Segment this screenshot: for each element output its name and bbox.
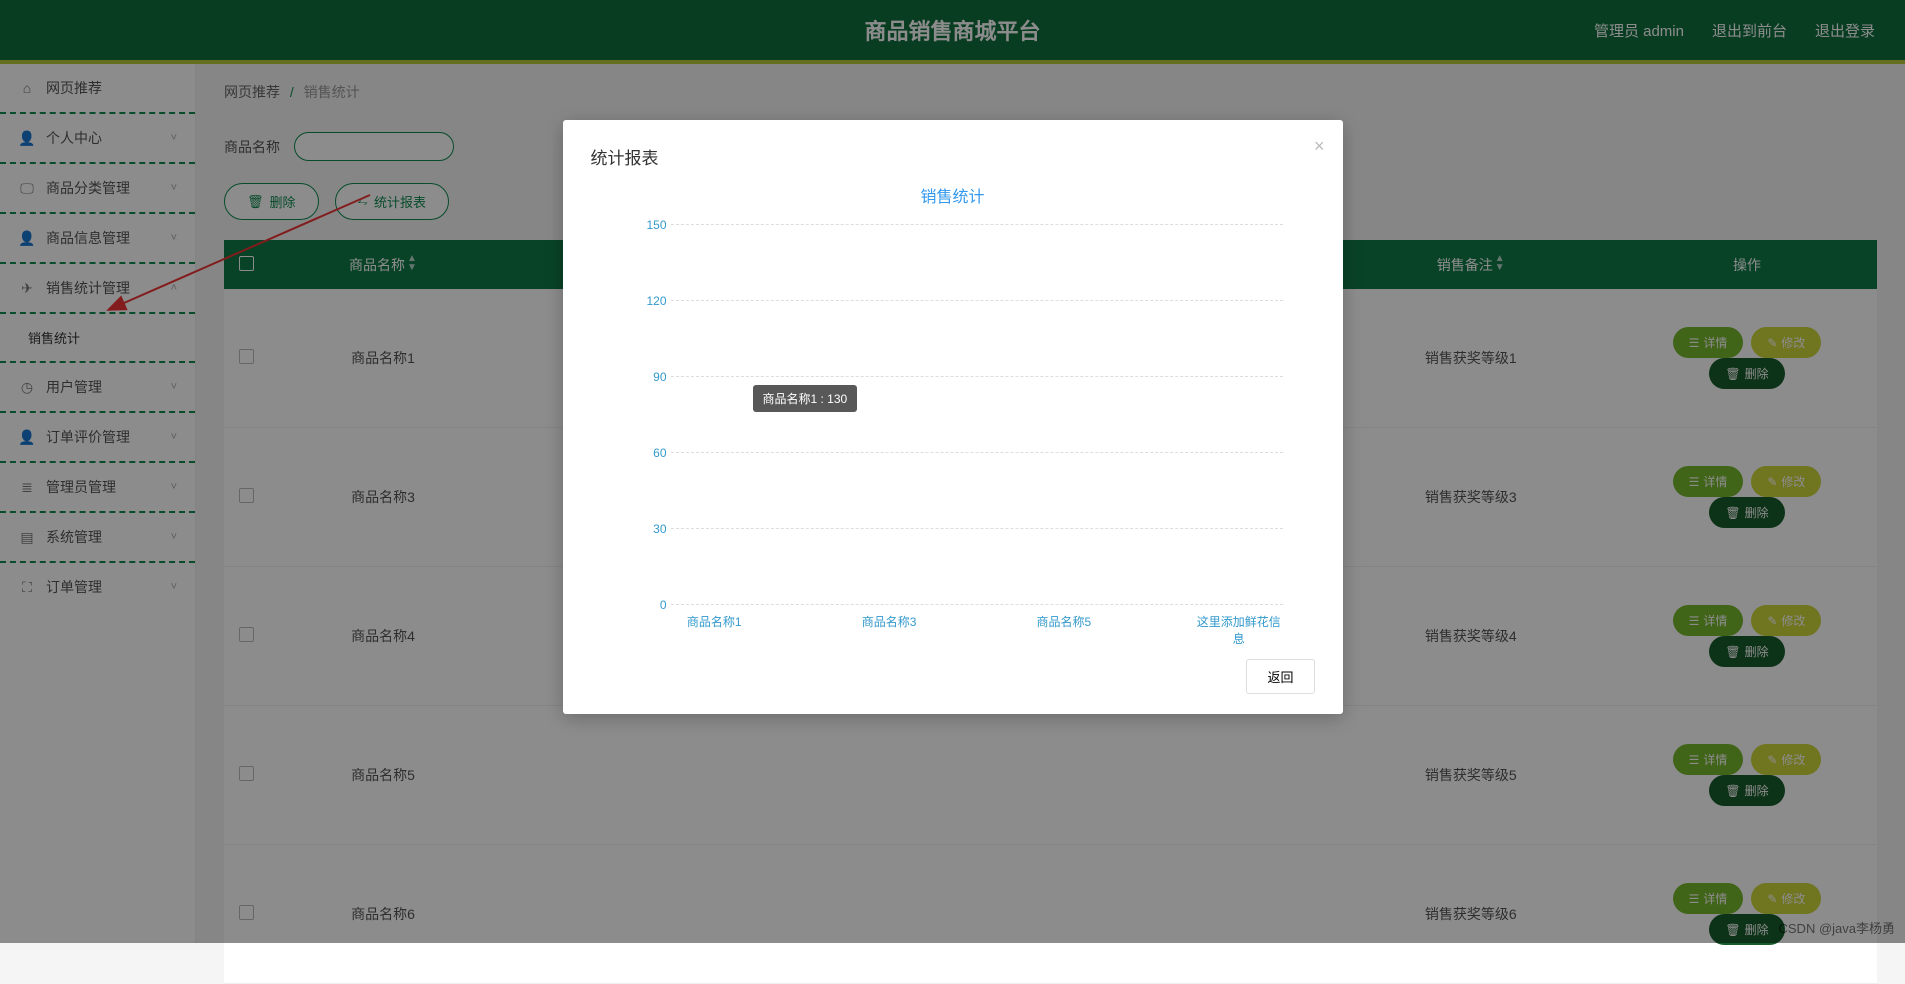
chart-bars	[671, 225, 1283, 605]
report-modal: 统计报表 × 销售统计 0306090120150 商品名称1商品名称3商品名称…	[563, 120, 1343, 714]
chart-area: 0306090120150 商品名称1商品名称3商品名称5这里添加鲜花信息 商品…	[623, 225, 1283, 635]
close-icon[interactable]: ×	[1314, 136, 1325, 157]
x-label	[1108, 613, 1195, 635]
y-tick: 150	[646, 218, 666, 232]
grid-line	[671, 528, 1283, 529]
y-tick: 0	[660, 598, 667, 612]
y-tick: 90	[653, 370, 666, 384]
x-label	[933, 613, 1020, 635]
chart-y-axis: 0306090120150	[623, 225, 671, 605]
x-label: 商品名称5	[1020, 613, 1107, 635]
grid-line	[671, 604, 1283, 605]
chart-title: 销售统计	[591, 183, 1315, 207]
y-tick: 120	[646, 294, 666, 308]
modal-title: 统计报表	[591, 144, 1315, 169]
chart-tooltip: 商品名称1 : 130	[753, 385, 858, 412]
grid-line	[671, 300, 1283, 301]
y-tick: 30	[653, 522, 666, 536]
watermark: CSDN @java李杨勇	[1779, 918, 1896, 937]
chart-x-axis: 商品名称1 商品名称3 商品名称5 这里添加鲜花信息	[671, 613, 1283, 635]
x-label: 商品名称1	[671, 613, 758, 635]
grid-line	[671, 224, 1283, 225]
modal-mask: 统计报表 × 销售统计 0306090120150 商品名称1商品名称3商品名称…	[0, 0, 1905, 943]
x-label: 这里添加鲜花信息	[1195, 613, 1282, 635]
y-tick: 60	[653, 446, 666, 460]
x-label	[758, 613, 845, 635]
chart-plot	[671, 225, 1283, 605]
back-button[interactable]: 返回	[1246, 659, 1314, 694]
grid-line	[671, 376, 1283, 377]
modal-footer: 返回	[591, 659, 1315, 694]
grid-line	[671, 452, 1283, 453]
x-label: 商品名称3	[845, 613, 932, 635]
